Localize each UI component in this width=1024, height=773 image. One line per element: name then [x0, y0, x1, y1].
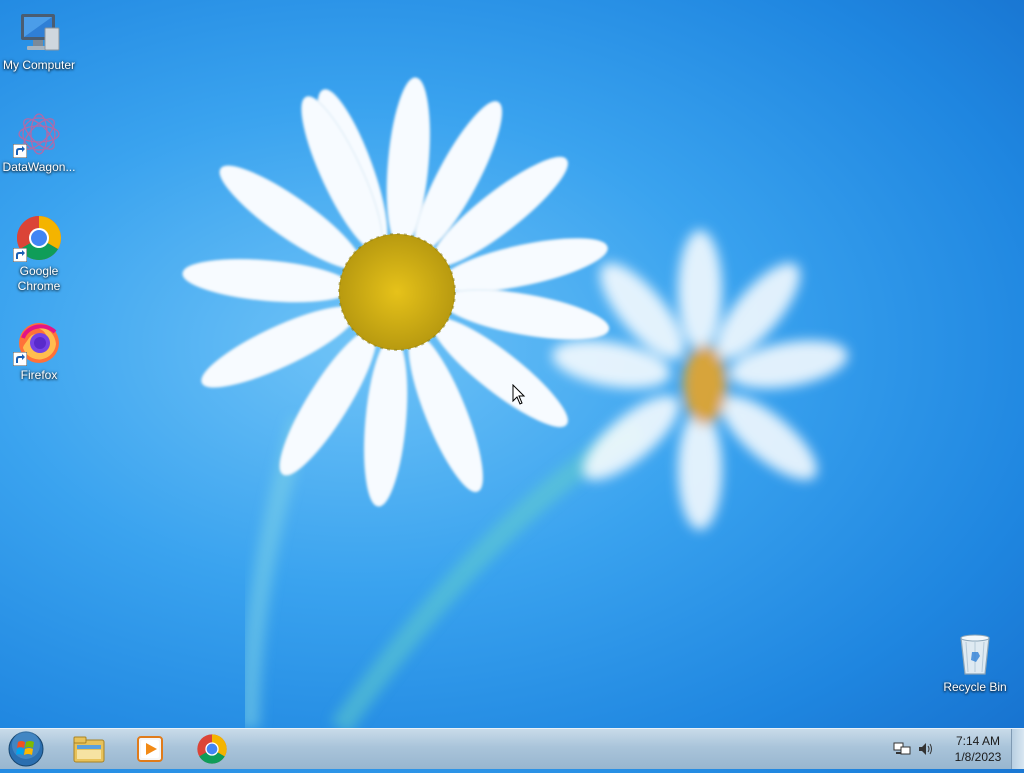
shortcut-arrow-icon — [13, 248, 27, 262]
desktop-icon-label: Google Chrome — [17, 264, 61, 293]
windows-start-icon — [8, 731, 44, 767]
recycle-bin-icon — [960, 634, 990, 675]
desktop-icon-datawagon[interactable]: DataWagon... — [0, 110, 79, 175]
desktop-icon-label: DataWagon... — [2, 160, 76, 174]
desktop-icon-recycle-bin[interactable]: Recycle Bin — [935, 630, 1015, 695]
taskbar-clock[interactable]: 7:14 AM 1/8/2023 — [946, 733, 1010, 765]
chrome-icon — [197, 734, 227, 764]
desktop-wallpaper — [182, 77, 848, 728]
desktop-icon-my-computer[interactable]: My Computer — [0, 8, 79, 73]
mouse-cursor-icon — [512, 384, 526, 405]
shortcut-arrow-icon — [13, 352, 27, 366]
media-player-icon — [137, 736, 163, 762]
clock-date: 1/8/2023 — [954, 750, 1002, 764]
taskbar-media-player[interactable] — [125, 731, 175, 767]
show-desktop-button[interactable] — [1011, 729, 1024, 769]
start-button[interactable] — [6, 730, 46, 768]
network-icon — [893, 742, 911, 755]
desktop-icon-google-chrome[interactable]: Google Chrome — [0, 214, 79, 294]
taskbar-file-explorer[interactable] — [64, 731, 114, 767]
network-tray-button[interactable] — [892, 739, 912, 759]
shortcut-arrow-icon — [13, 144, 27, 158]
file-explorer-icon — [73, 736, 105, 763]
taskbar: 7:14 AM 1/8/2023 — [0, 728, 1024, 769]
desktop-icon-firefox[interactable]: Firefox — [0, 318, 79, 383]
clock-time: 7:14 AM — [955, 734, 1001, 748]
volume-icon — [919, 743, 932, 755]
desktop-icon-label: My Computer — [2, 58, 76, 72]
desktop-icon-label: Recycle Bin — [943, 680, 1007, 694]
system-tray: 7:14 AM 1/8/2023 — [892, 729, 1010, 769]
desktop-icon-label: Firefox — [20, 368, 58, 382]
taskbar-chrome[interactable] — [187, 731, 237, 767]
my-computer-icon — [21, 14, 60, 51]
volume-tray-button[interactable] — [916, 739, 936, 759]
